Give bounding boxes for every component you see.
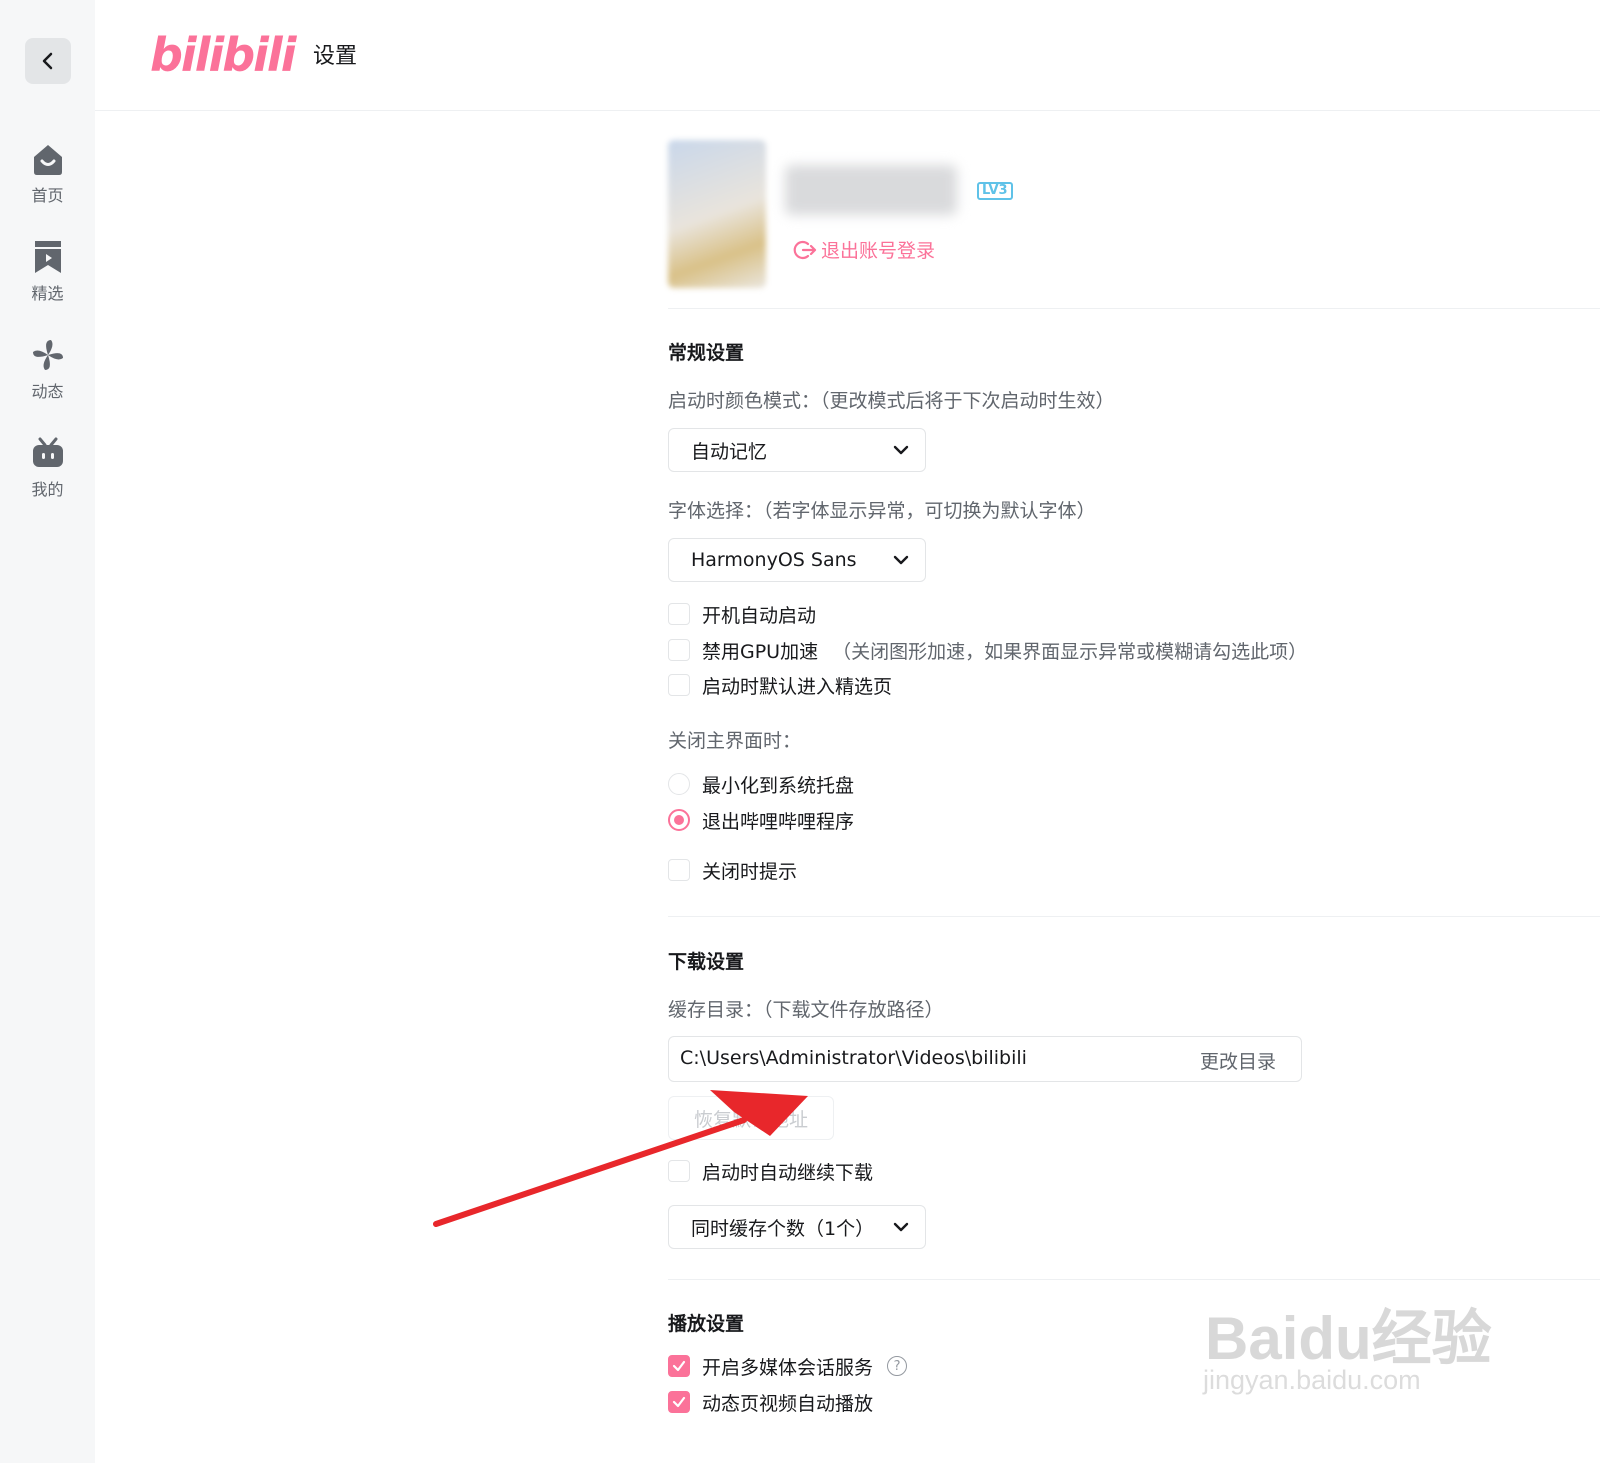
back-button[interactable] [25, 38, 71, 84]
logout-button[interactable]: 退出账号登录 [793, 236, 935, 263]
concurrent-downloads-select[interactable]: 同时缓存个数（1个） [668, 1205, 926, 1249]
checkbox[interactable] [668, 603, 690, 625]
radio-button[interactable] [668, 773, 690, 795]
page-title: 设置 [313, 44, 358, 69]
checkbox[interactable] [668, 859, 690, 881]
radio-button-selected[interactable] [668, 809, 690, 831]
sidebar-item-mine[interactable]: 我的 [0, 434, 95, 514]
color-mode-select[interactable]: 自动记忆 [668, 428, 926, 472]
watermark-url: jingyan.baidu.com [1203, 1365, 1421, 1395]
cache-path-value: C:\Users\Administrator\Videos\bilibili [680, 1047, 1027, 1069]
logout-label: 退出账号登录 [821, 240, 936, 262]
checkbox-label: 禁用GPU加速 [702, 640, 819, 663]
autoplay-checkbox-row[interactable]: 动态页视频自动播放 [668, 1389, 873, 1415]
checkbox-label: 动态页视频自动播放 [702, 1392, 874, 1415]
radio-label: 最小化到系统托盘 [702, 774, 855, 797]
section-title-general: 常规设置 [668, 342, 745, 364]
logout-icon [793, 240, 817, 259]
media-session-checkbox-row[interactable]: 开启多媒体会话服务 ? [668, 1353, 908, 1379]
color-mode-label: 启动时颜色模式：（更改模式后将于下次启动时生效） [668, 390, 1115, 412]
bookmark-icon [34, 241, 61, 273]
help-icon[interactable]: ? [887, 1356, 908, 1376]
divider [668, 308, 1600, 309]
checkbox-label: 关闭时提示 [702, 860, 798, 883]
chevron-down-icon [893, 555, 909, 565]
checkbox-label: 启动时默认进入精选页 [702, 675, 893, 698]
level-badge: LV3 [977, 182, 1013, 200]
chevron-down-icon [893, 445, 909, 455]
bilibili-logo: bilibili [150, 28, 296, 82]
select-value: 同时缓存个数（1个） [691, 1217, 875, 1240]
change-dir-button[interactable]: 更改目录 [1200, 1047, 1276, 1074]
auto-start-checkbox-row[interactable]: 开机自动启动 [668, 601, 816, 627]
sidebar-item-label: 首页 [31, 186, 64, 205]
sidebar-item-label: 精选 [31, 284, 64, 303]
chevron-left-icon [42, 52, 53, 70]
tv-icon [32, 437, 63, 467]
divider [668, 916, 1600, 917]
checkbox-label: 开机自动启动 [702, 604, 817, 627]
close-behavior-label: 关闭主界面时： [668, 730, 802, 752]
close-minimize-radio-row[interactable]: 最小化到系统托盘 [668, 771, 854, 797]
font-select[interactable]: HarmonyOS Sans [668, 538, 926, 582]
section-title-playback: 播放设置 [668, 1313, 745, 1335]
section-title-download: 下载设置 [668, 951, 745, 973]
checkbox-checked[interactable] [668, 1391, 690, 1413]
radio-label: 退出哔哩哔哩程序 [702, 810, 855, 833]
auto-resume-checkbox-row[interactable]: 启动时自动继续下载 [668, 1158, 873, 1184]
username-blurred [785, 165, 957, 215]
close-exit-radio-row[interactable]: 退出哔哩哔哩程序 [668, 807, 854, 833]
checkmark-icon [672, 1360, 686, 1372]
home-icon [33, 145, 62, 175]
font-label: 字体选择：（若字体显示异常，可切换为默认字体） [668, 500, 1096, 522]
checkbox-hint: （关闭图形加速，如果界面显示异常或模糊请勾选此项） [832, 640, 1308, 663]
checkbox-checked[interactable] [668, 1355, 690, 1377]
chevron-down-icon [893, 1222, 909, 1232]
cache-dir-label: 缓存目录：（下载文件存放路径） [668, 999, 944, 1021]
disable-gpu-checkbox-row[interactable]: 禁用GPU加速 （关闭图形加速，如果界面显示异常或模糊请勾选此项） [668, 637, 1307, 663]
sidebar-item-dynamic[interactable]: 动态 [0, 336, 95, 416]
restore-default-button[interactable]: 恢复默认地址 [668, 1096, 834, 1140]
checkbox[interactable] [668, 674, 690, 696]
sidebar-item-label: 动态 [31, 382, 64, 401]
close-prompt-checkbox-row[interactable]: 关闭时提示 [668, 857, 797, 883]
checkmark-icon [672, 1396, 686, 1408]
checkbox[interactable] [668, 1160, 690, 1182]
divider [668, 1279, 1600, 1280]
default-featured-checkbox-row[interactable]: 启动时默认进入精选页 [668, 672, 892, 698]
watermark-logo: Baidu经验 [1205, 1305, 1492, 1372]
checkbox[interactable] [668, 639, 690, 661]
pinwheel-icon [32, 340, 63, 370]
checkbox-label: 启动时自动继续下载 [702, 1161, 874, 1184]
sidebar-item-label: 我的 [31, 480, 64, 499]
select-value: 自动记忆 [691, 440, 768, 463]
select-value: HarmonyOS Sans [691, 549, 857, 571]
checkbox-label: 开启多媒体会话服务 [702, 1356, 874, 1379]
sidebar-item-home[interactable]: 首页 [0, 140, 95, 220]
sidebar-item-featured[interactable]: 精选 [0, 238, 95, 318]
avatar[interactable] [668, 140, 766, 288]
